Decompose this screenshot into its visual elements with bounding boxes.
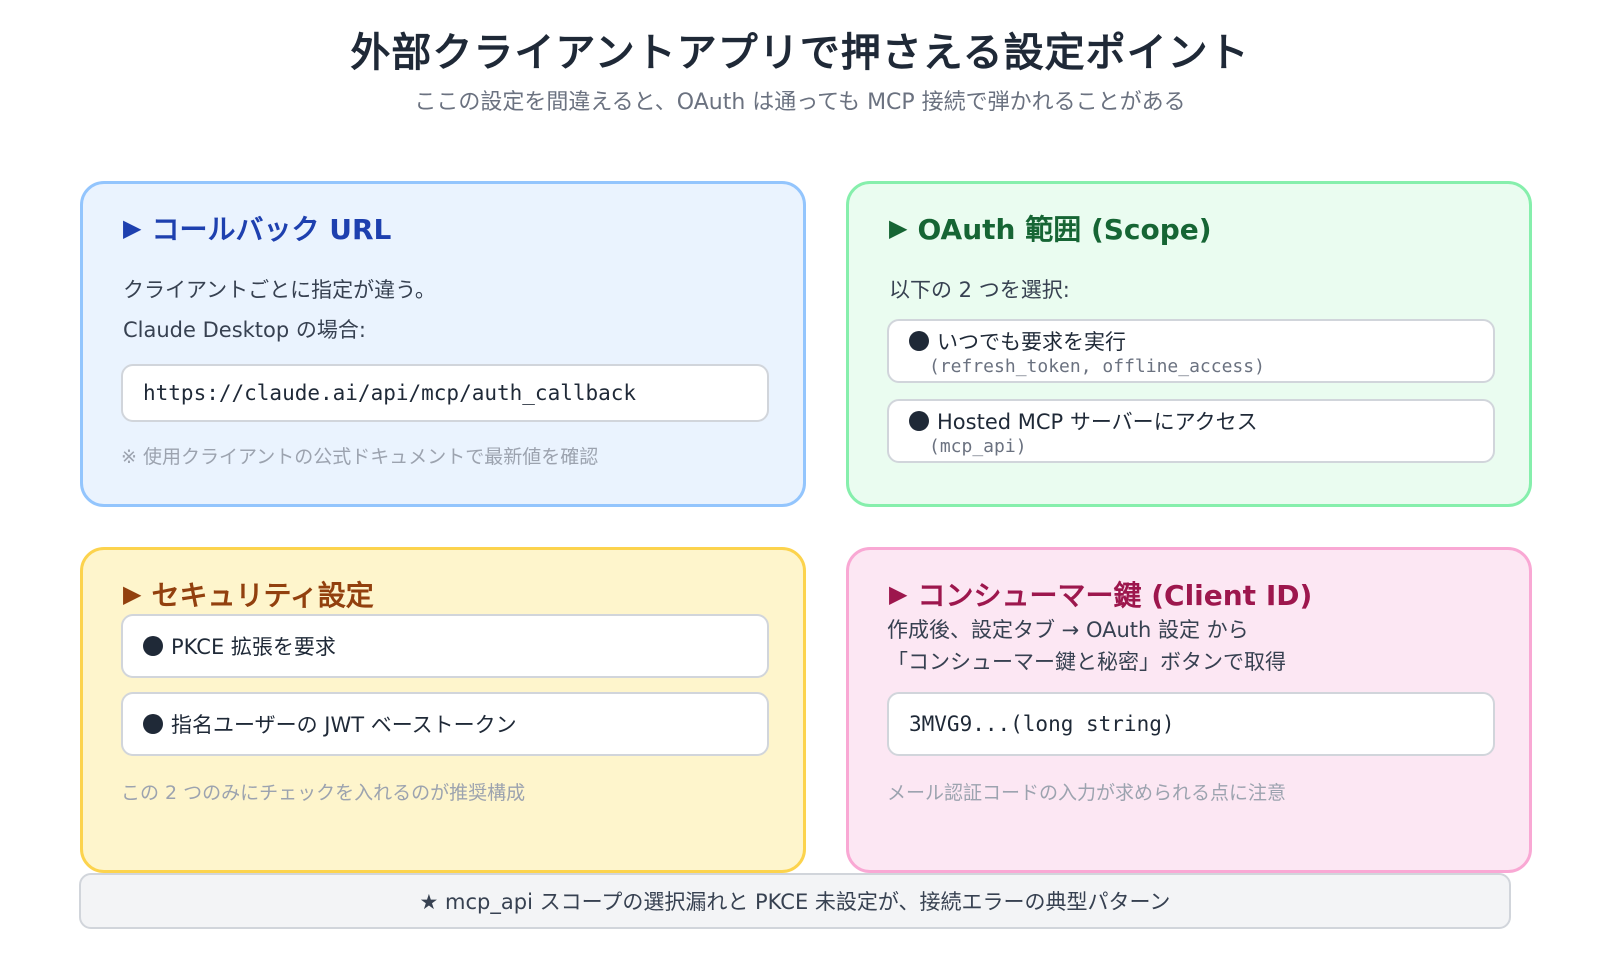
oauth-scope-card: ▶ OAuth 範囲 (Scope) 以下の 2 つを選択: いつでも要求を実行… — [846, 181, 1532, 507]
callback-url-note: ※ 使用クライアントの公式ドキュメントで最新値を確認 — [121, 446, 599, 468]
page-title: 外部クライアントアプリで押さえる設定ポイント — [350, 30, 1250, 76]
callback-url-card: ▶ コールバック URL クライアントごとに指定が違う。 Claude Desk… — [80, 181, 806, 507]
scope-item-label: いつでも要求を実行 — [937, 330, 1126, 354]
security-settings-card: ▶ セキュリティ設定 PKCE 拡張を要求 指名ユーザーの JWT ベーストーク… — [80, 547, 806, 873]
scope-item: Hosted MCP サーバーにアクセス (mcp_api) — [887, 399, 1495, 463]
callback-url-title: コールバック URL — [151, 213, 392, 246]
security-settings-title: セキュリティ設定 — [151, 579, 374, 612]
footer-tip: ★ mcp_api スコープの選択漏れと PKCE 未設定が、接続エラーの典型パ… — [79, 873, 1511, 929]
consumer-key-desc-line-2: 「コンシューマー鍵と秘密」ボタンで取得 — [887, 650, 1286, 674]
consumer-key-heading: ▶ コンシューマー鍵 (Client ID) — [889, 572, 1489, 616]
callback-url-heading: ▶ コールバック URL — [123, 206, 763, 250]
security-settings-note: この 2 つのみにチェックを入れるのが推奨構成 — [121, 782, 526, 804]
security-item: 指名ユーザーの JWT ベーストークン — [121, 692, 769, 756]
bullet-icon — [143, 636, 163, 656]
callback-url-value: https://claude.ai/api/mcp/auth_callback — [121, 364, 769, 422]
security-item-label: 指名ユーザーの JWT ベーストークン — [171, 713, 517, 737]
page-subtitle: ここの設定を間違えると、OAuth は通っても MCP 接続で弾かれることがある — [414, 90, 1186, 115]
consumer-key-title: コンシューマー鍵 (Client ID) — [917, 579, 1313, 612]
oauth-scope-heading: ▶ OAuth 範囲 (Scope) — [889, 206, 1489, 250]
triangle-right-icon: ▶ — [889, 580, 908, 608]
triangle-right-icon: ▶ — [123, 214, 142, 242]
triangle-right-icon: ▶ — [123, 580, 142, 608]
consumer-key-desc-line-1: 作成後、設定タブ → OAuth 設定 から — [887, 618, 1249, 642]
bullet-icon — [909, 411, 929, 431]
security-item: PKCE 拡張を要求 — [121, 614, 769, 678]
security-item-label: PKCE 拡張を要求 — [171, 635, 336, 659]
oauth-scope-title: OAuth 範囲 (Scope) — [917, 213, 1212, 246]
triangle-right-icon: ▶ — [889, 214, 908, 242]
consumer-key-value: 3MVG9...(long string) — [887, 692, 1495, 756]
consumer-key-note: メール認証コードの入力が求められる点に注意 — [887, 782, 1287, 804]
scope-item-label: Hosted MCP サーバーにアクセス — [937, 410, 1258, 434]
bullet-icon — [909, 331, 929, 351]
scope-item: いつでも要求を実行 (refresh_token, offline_access… — [887, 319, 1495, 383]
consumer-key-description: 作成後、設定タブ → OAuth 設定 から 「コンシューマー鍵と秘密」ボタンで… — [887, 614, 1286, 678]
callback-url-description: クライアントごとに指定が違う。 — [123, 278, 436, 302]
callback-url-client-label: Claude Desktop の場合: — [123, 318, 366, 342]
oauth-scope-description: 以下の 2 つを選択: — [889, 278, 1070, 302]
scope-item-code: (mcp_api) — [929, 436, 1027, 457]
bullet-icon — [143, 714, 163, 734]
consumer-key-card: ▶ コンシューマー鍵 (Client ID) 作成後、設定タブ → OAuth … — [846, 547, 1532, 873]
security-settings-heading: ▶ セキュリティ設定 — [123, 572, 763, 616]
scope-item-code: (refresh_token, offline_access) — [929, 356, 1265, 377]
